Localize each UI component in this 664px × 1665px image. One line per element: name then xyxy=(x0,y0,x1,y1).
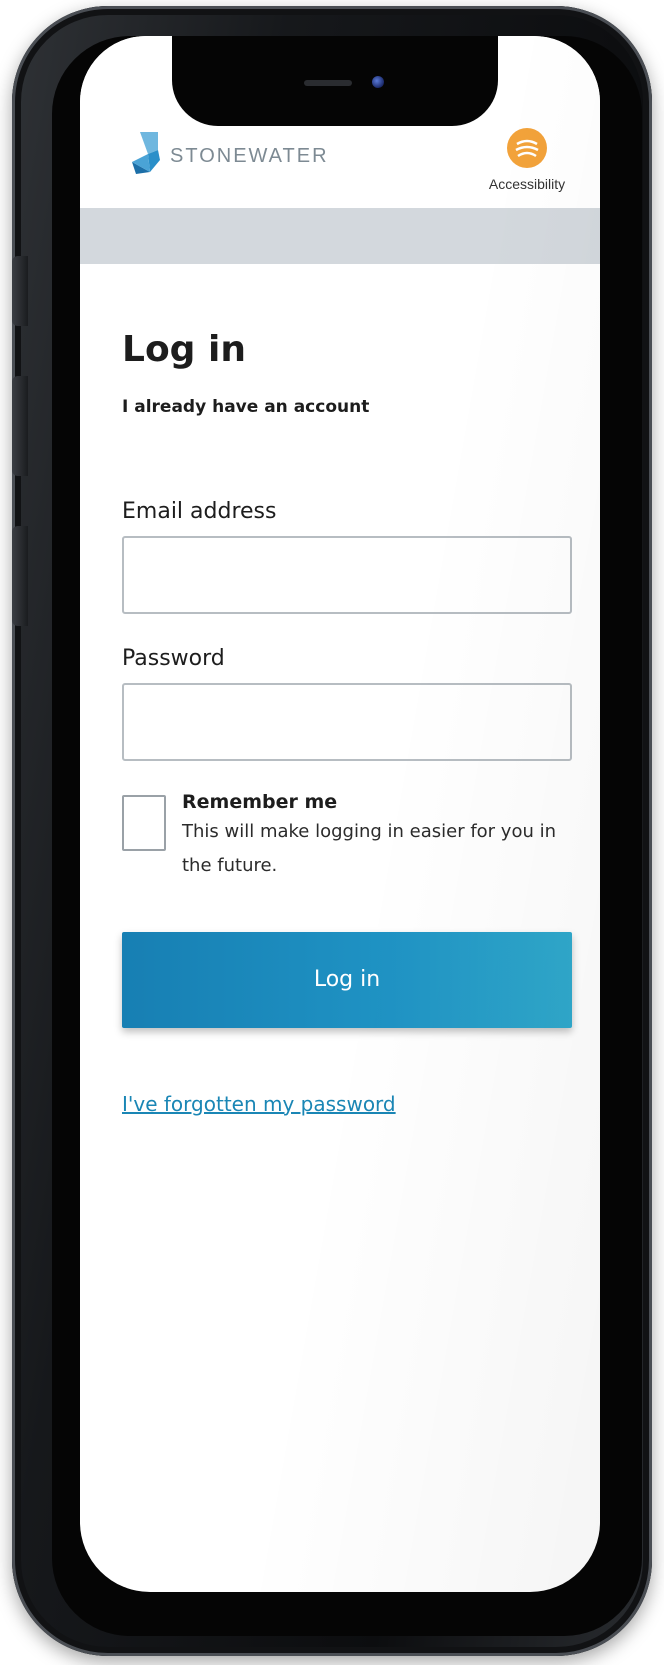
login-form: Log in I already have an account Email a… xyxy=(122,264,572,1116)
remember-me-label[interactable]: Remember me xyxy=(182,791,572,813)
remember-me-description: This will make logging in easier for you… xyxy=(182,821,557,877)
front-camera-icon xyxy=(372,76,384,88)
password-field[interactable] xyxy=(122,683,572,762)
page-subtitle: I already have an account xyxy=(122,397,370,418)
stonewater-logo[interactable]: STONEWATER xyxy=(130,128,329,178)
brand-name: STONEWATER xyxy=(170,144,329,167)
header-band xyxy=(80,208,600,264)
page-title: Log in xyxy=(122,329,246,370)
mute-switch xyxy=(12,256,28,326)
stonewater-logo-icon xyxy=(130,128,168,178)
password-label: Password xyxy=(122,646,225,672)
phone-screen: STONEWATER Accessibility Log in I alread… xyxy=(80,36,600,1592)
accessibility-icon xyxy=(507,128,547,168)
email-field[interactable] xyxy=(122,536,572,615)
earpiece-speaker xyxy=(304,80,352,86)
remember-me-text: Remember me This will make logging in ea… xyxy=(182,791,572,883)
email-label: Email address xyxy=(122,499,277,525)
login-button[interactable]: Log in xyxy=(122,931,572,1028)
phone-notch xyxy=(172,36,498,126)
accessibility-button[interactable]: Accessibility xyxy=(482,128,572,192)
volume-down-button xyxy=(12,526,28,626)
volume-up-button xyxy=(12,376,28,476)
accessibility-label: Accessibility xyxy=(488,176,566,192)
remember-me-checkbox[interactable] xyxy=(122,795,166,852)
forgot-password-link[interactable]: I've forgotten my password xyxy=(122,1092,396,1116)
remember-me-row: Remember me This will make logging in ea… xyxy=(122,791,572,883)
